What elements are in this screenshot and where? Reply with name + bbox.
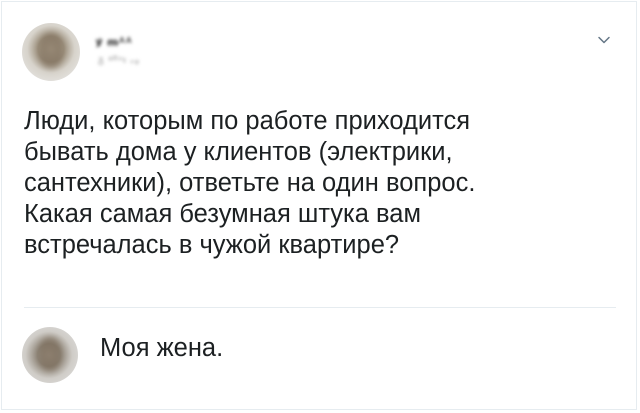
reply-text: Моя жена.	[100, 334, 224, 362]
tweet-text-line: встречалась в чужой квартире?	[24, 231, 400, 259]
tweet-text-line: сантехники), ответьте на один вопрос.	[24, 169, 476, 197]
tweet-text-line: Какая самая безумная штука вам	[24, 200, 421, 228]
tweet-text-line: Люди, которым по работе приходится	[24, 107, 471, 135]
reply-avatar[interactable]	[22, 327, 78, 383]
author-handle[interactable]: ᵹ ᵃᴿᵸᵻ ᵥᵩ	[98, 55, 140, 66]
avatar-face	[39, 33, 63, 69]
divider	[24, 307, 616, 308]
tweet-text: Люди, которым по работе приходится быват…	[24, 106, 624, 261]
tweet-text-line: бывать дома у клиентов (электрики,	[24, 138, 453, 166]
author-name[interactable]: ꝟ ᵯᴬᴬ	[96, 33, 133, 50]
chevron-down-icon[interactable]	[597, 33, 611, 47]
avatar-face	[38, 337, 62, 371]
author-avatar[interactable]	[22, 23, 80, 81]
